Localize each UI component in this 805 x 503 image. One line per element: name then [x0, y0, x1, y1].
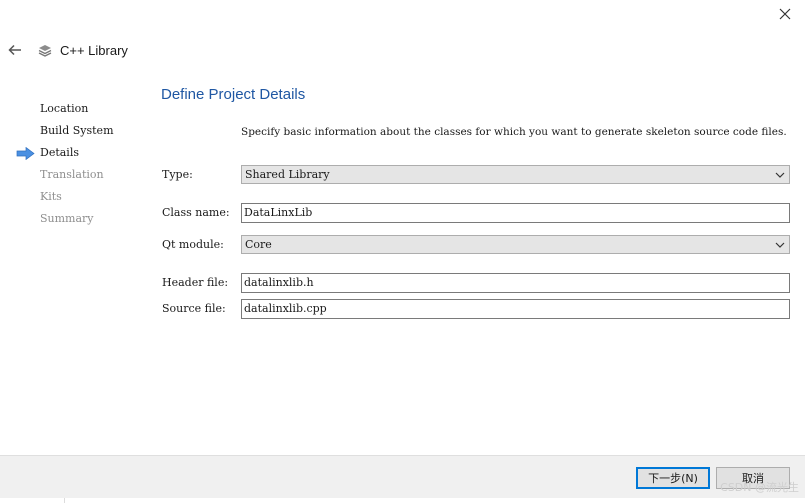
step-build-system: Build System	[40, 124, 114, 137]
page-description: Specify basic information about the clas…	[241, 126, 787, 138]
header-file-label: Header file:	[162, 276, 229, 289]
class-name-label: Class name:	[162, 206, 230, 219]
type-select[interactable]: Shared Library	[241, 165, 790, 184]
bottom-edge	[0, 498, 805, 503]
header-file-input[interactable]: datalinxlib.h	[241, 273, 790, 293]
wizard-title: C++ Library	[60, 43, 128, 58]
back-arrow-icon	[8, 44, 21, 56]
qt-module-label: Qt module:	[162, 238, 224, 251]
library-stack-icon	[38, 45, 52, 57]
page-title: Define Project Details	[161, 86, 306, 103]
button-bar: 下一步(N) 取消 CSDN @流光生	[0, 455, 805, 503]
qt-module-select[interactable]: Core	[241, 235, 790, 254]
step-location: Location	[40, 102, 89, 115]
step-kits: Kits	[40, 190, 62, 203]
back-button[interactable]	[5, 41, 25, 59]
type-select-value: Shared Library	[245, 168, 330, 181]
close-icon	[779, 8, 791, 20]
qt-module-select-value: Core	[245, 238, 272, 251]
step-details: Details	[40, 146, 79, 159]
current-step-arrow-icon	[16, 147, 35, 160]
divider	[64, 498, 65, 503]
chevron-down-icon	[775, 172, 785, 178]
class-name-input[interactable]: DataLinxLib	[241, 203, 790, 223]
step-summary: Summary	[40, 212, 94, 225]
source-file-input[interactable]: datalinxlib.cpp	[241, 299, 790, 319]
next-button[interactable]: 下一步(N)	[636, 467, 710, 489]
close-button[interactable]	[772, 3, 798, 25]
step-translation: Translation	[40, 168, 104, 181]
source-file-label: Source file:	[162, 302, 226, 315]
type-label: Type:	[162, 168, 193, 181]
watermark: CSDN @流光生	[720, 481, 799, 494]
chevron-down-icon	[775, 242, 785, 248]
